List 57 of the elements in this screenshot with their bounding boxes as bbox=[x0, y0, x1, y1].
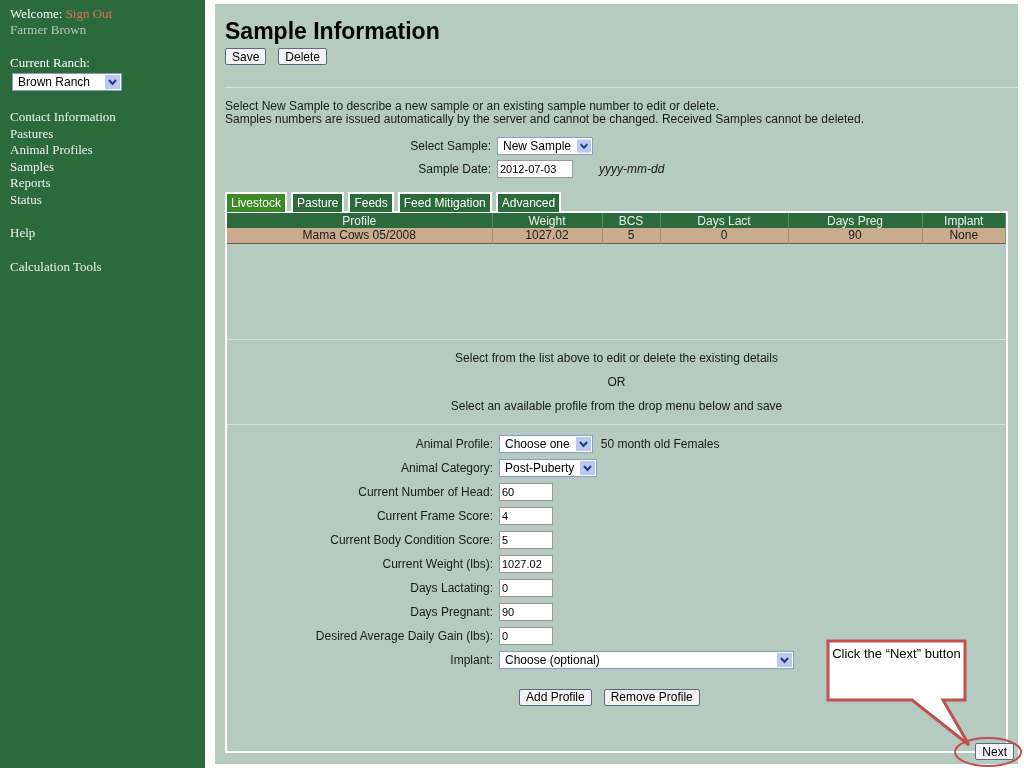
field-label: Current Frame Score: bbox=[375, 508, 493, 523]
toolbar-button[interactable]: Save bbox=[225, 48, 267, 65]
next-button[interactable]: Next bbox=[975, 743, 1014, 760]
dropdown-field[interactable]: Choose (optional) bbox=[499, 650, 794, 669]
dropdown-field[interactable]: Post-Puberty bbox=[499, 458, 598, 477]
instruction-text: Select an available profile from the drop menu below and save bbox=[450, 398, 783, 413]
text-field[interactable]: 1027.02 bbox=[499, 554, 553, 573]
text-field[interactable]: 0 bbox=[499, 578, 553, 597]
nav-link[interactable]: Help bbox=[10, 225, 195, 242]
nav-link[interactable]: Pastures bbox=[10, 125, 195, 142]
instruction-text: OR bbox=[607, 374, 626, 389]
tab[interactable]: Livestock bbox=[225, 192, 288, 212]
nav-link[interactable]: Reports bbox=[10, 175, 195, 192]
field-label: Days Lactating: bbox=[409, 580, 493, 595]
profile-note: 50 month old Females bbox=[600, 435, 720, 453]
field-label: Implant: bbox=[449, 652, 493, 667]
text-field[interactable]: 4 bbox=[499, 506, 553, 525]
nav-link[interactable]: Contact Information bbox=[10, 109, 195, 126]
field-label: Days Pregnant: bbox=[409, 604, 493, 619]
nav-link[interactable]: Samples bbox=[10, 158, 195, 175]
ranch-dropdown[interactable]: Brown Ranch bbox=[12, 73, 122, 91]
field-label: Current Number of Head: bbox=[357, 484, 493, 499]
field-label: Sample Date: bbox=[417, 161, 491, 178]
page-title: Sample Information bbox=[225, 18, 441, 44]
date-field[interactable]: 2012-07-03 bbox=[497, 160, 573, 178]
nav-link[interactable]: Calculation Tools bbox=[10, 258, 195, 275]
field-label: Desired Average Daily Gain (lbs): bbox=[314, 628, 493, 643]
toolbar-button[interactable]: Delete bbox=[278, 48, 328, 65]
tab[interactable]: Advanced bbox=[495, 192, 562, 212]
tab[interactable]: Pasture bbox=[291, 192, 345, 212]
text-field[interactable]: 90 bbox=[499, 602, 553, 621]
tab[interactable]: Feeds bbox=[348, 192, 394, 212]
text-field[interactable]: 5 bbox=[499, 530, 553, 549]
tab[interactable]: Feed Mitigation bbox=[397, 192, 492, 212]
form-button[interactable]: Add Profile bbox=[519, 688, 592, 706]
field-label: Select Sample: bbox=[409, 138, 491, 155]
intro-text: Select New Sample to describe a new sample or an existing sample number to edit or delete. bbox=[225, 100, 721, 113]
table-row[interactable]: Mama Cows 05/2008 1027.02 5 0 90 None bbox=[227, 228, 1006, 243]
nav-link[interactable]: Status bbox=[10, 191, 195, 208]
user-name: Farmer Brown bbox=[10, 22, 88, 38]
field-label: Animal Category: bbox=[399, 460, 493, 475]
ranch-label: Current Ranch: bbox=[10, 55, 91, 71]
nav-link[interactable]: Animal Profiles bbox=[10, 142, 195, 159]
instruction-text: Select from the list above to edit or delete the existing details bbox=[455, 350, 778, 365]
field-label: Current Body Condition Score: bbox=[329, 532, 493, 547]
text-field[interactable]: 60 bbox=[499, 482, 553, 501]
sample-dropdown[interactable]: New Sample bbox=[497, 137, 593, 155]
callout-text: Click the “Next” button bbox=[831, 645, 962, 663]
welcome-label: Welcome: bbox=[10, 6, 63, 21]
text-field[interactable]: 0 bbox=[499, 626, 553, 645]
intro-text: Samples numbers are issued automatically by the server and cannot be changed. Received Samples cannot be deleted. bbox=[225, 113, 866, 126]
highlight-ellipse bbox=[954, 737, 1022, 767]
date-format-hint: yyyy-mm-dd bbox=[599, 161, 666, 178]
field-label: Current Weight (lbs): bbox=[381, 556, 493, 571]
field-label: Animal Profile: bbox=[414, 436, 493, 451]
form-button[interactable]: Remove Profile bbox=[603, 688, 700, 706]
dropdown-field[interactable]: Choose one bbox=[499, 434, 593, 453]
